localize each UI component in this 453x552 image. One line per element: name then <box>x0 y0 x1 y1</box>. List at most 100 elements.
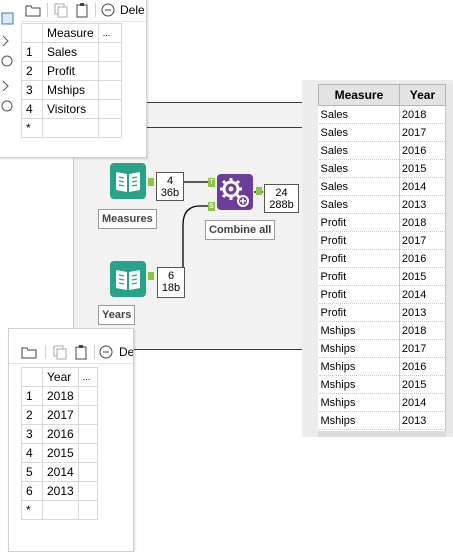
measure-cell[interactable]: Sales <box>318 105 400 124</box>
delete-button-label[interactable]: Dele <box>119 345 133 359</box>
source-input-anchor[interactable]: S <box>208 202 215 211</box>
table-row[interactable]: Profit 2018 <box>318 213 447 232</box>
copy-icon[interactable] <box>53 2 69 18</box>
year-cell[interactable]: 2017 <box>399 123 447 142</box>
grid-cell[interactable] <box>42 118 99 138</box>
grid-cell[interactable]: Visitors <box>42 99 99 119</box>
table-row[interactable]: Sales 2016 <box>318 141 447 160</box>
grid-cell[interactable] <box>42 500 79 520</box>
column-header-more[interactable]: ... <box>77 367 98 387</box>
year-cell[interactable]: 2014 <box>399 285 447 304</box>
results-table: Measure Year Sales 2018 Sales 2017 Sales 2016… <box>318 84 447 437</box>
measure-cell[interactable]: Profit <box>318 249 400 268</box>
table-row[interactable]: Profit 2016 <box>318 249 447 268</box>
grid-cell[interactable]: 2014 <box>42 462 79 482</box>
year-cell[interactable]: 2014 <box>399 177 447 196</box>
year-cell[interactable]: 2015 <box>399 267 447 286</box>
table-row[interactable]: Profit 2017 <box>318 231 447 250</box>
year-cell[interactable]: 2018 <box>399 105 447 124</box>
years-text-input-tool[interactable] <box>110 261 146 297</box>
year-cell[interactable]: 2015 <box>399 159 447 178</box>
table-row[interactable]: Sales 2018 <box>318 105 447 124</box>
column-header-measure[interactable]: Measure <box>318 84 400 106</box>
grid-cell[interactable]: 2015 <box>42 443 79 463</box>
table-row[interactable]: Mships 2017 <box>318 339 447 358</box>
year-cell[interactable]: 2016 <box>399 249 447 268</box>
measures-record-count: 4 <box>166 175 174 187</box>
measures-text-input-tool[interactable] <box>110 163 146 199</box>
horizontal-scrollbar[interactable] <box>318 431 446 437</box>
measure-cell[interactable]: Profit <box>318 213 400 232</box>
target-input-anchor[interactable]: T <box>208 178 215 187</box>
table-row[interactable]: Profit 2014 <box>318 285 447 304</box>
measure-cell[interactable]: Profit <box>318 231 400 250</box>
folder-icon[interactable] <box>21 344 37 360</box>
grid-cell[interactable]: Profit <box>42 61 99 81</box>
year-cell[interactable]: 2013 <box>399 303 447 322</box>
table-row[interactable]: Sales 2015 <box>318 159 447 178</box>
table-row[interactable]: Mships 2015 <box>318 375 447 394</box>
measure-cell[interactable]: Mships <box>318 375 400 394</box>
grid-cell[interactable]: 2018 <box>42 386 79 406</box>
years-record-count: 6 <box>167 270 175 282</box>
grid-cell[interactable]: 2016 <box>42 424 79 444</box>
measure-cell[interactable]: Sales <box>318 195 400 214</box>
column-header-measure[interactable]: Measure <box>42 23 99 43</box>
measures-output-anchor[interactable] <box>148 178 154 186</box>
year-cell[interactable]: 2015 <box>399 375 447 394</box>
measure-cell[interactable]: Sales <box>318 123 400 142</box>
copy-icon[interactable] <box>52 344 68 360</box>
column-header-more[interactable]: ... <box>97 23 122 43</box>
measure-cell[interactable]: Sales <box>318 159 400 178</box>
row-number: 2 <box>21 405 43 425</box>
measure-cell[interactable]: Mships <box>318 411 400 430</box>
table-row[interactable]: Sales 2017 <box>318 123 447 142</box>
paste-icon[interactable] <box>73 344 89 360</box>
table-row[interactable]: Sales 2014 <box>318 177 447 196</box>
combine-output-anchor[interactable] <box>256 187 262 195</box>
measure-cell[interactable]: Sales <box>318 177 400 196</box>
years-output-anchor[interactable] <box>148 272 154 280</box>
table-row[interactable]: Profit 2015 <box>318 267 447 286</box>
year-cell[interactable]: 2018 <box>399 213 447 232</box>
measure-cell[interactable]: Mships <box>318 393 400 412</box>
table-row[interactable]: Sales 2013 <box>318 195 447 214</box>
measures-record-size: 36b <box>160 187 180 199</box>
grid-cell[interactable]: Sales <box>42 42 99 62</box>
measure-cell[interactable]: Profit <box>318 285 400 304</box>
table-row[interactable]: Mships 2018 <box>318 321 447 340</box>
year-cell[interactable]: 2013 <box>399 411 447 430</box>
year-cell[interactable]: 2018 <box>399 321 447 340</box>
vertical-scrollbar[interactable] <box>446 84 453 433</box>
table-row[interactable]: Mships 2016 <box>318 357 447 376</box>
combine-all-append-tool[interactable] <box>217 174 253 210</box>
table-row[interactable]: Profit 2013 <box>318 303 447 322</box>
delete-button-label[interactable]: Dele <box>120 3 145 17</box>
measure-cell[interactable]: Mships <box>318 339 400 358</box>
measure-cell[interactable]: Profit <box>318 267 400 286</box>
delete-circle-icon[interactable] <box>100 2 116 18</box>
combine-record-size: 288b <box>269 199 294 211</box>
year-cell[interactable]: 2017 <box>399 339 447 358</box>
folder-icon[interactable] <box>25 2 41 18</box>
year-cell[interactable]: 2014 <box>399 393 447 412</box>
year-cell[interactable]: 2016 <box>399 357 447 376</box>
row-number: 3 <box>21 424 43 444</box>
grid-cell[interactable]: Mships <box>42 80 99 100</box>
grid-cell[interactable]: 2013 <box>42 481 79 501</box>
delete-circle-icon[interactable] <box>98 344 114 360</box>
year-cell[interactable]: 2016 <box>399 141 447 160</box>
column-header-year[interactable]: Year <box>42 367 79 387</box>
table-row: 3 2016 <box>21 424 98 444</box>
table-row[interactable]: Mships 2013 <box>318 411 447 430</box>
paste-icon[interactable] <box>74 2 90 18</box>
column-header-year[interactable]: Year <box>398 84 447 106</box>
grid-cell[interactable]: 2017 <box>42 405 79 425</box>
year-cell[interactable]: 2017 <box>399 231 447 250</box>
table-row[interactable]: Mships 2014 <box>318 393 447 412</box>
measure-cell[interactable]: Mships <box>318 357 400 376</box>
measure-cell[interactable]: Profit <box>318 303 400 322</box>
measure-cell[interactable]: Sales <box>318 141 400 160</box>
year-cell[interactable]: 2013 <box>399 195 447 214</box>
measure-cell[interactable]: Mships <box>318 321 400 340</box>
